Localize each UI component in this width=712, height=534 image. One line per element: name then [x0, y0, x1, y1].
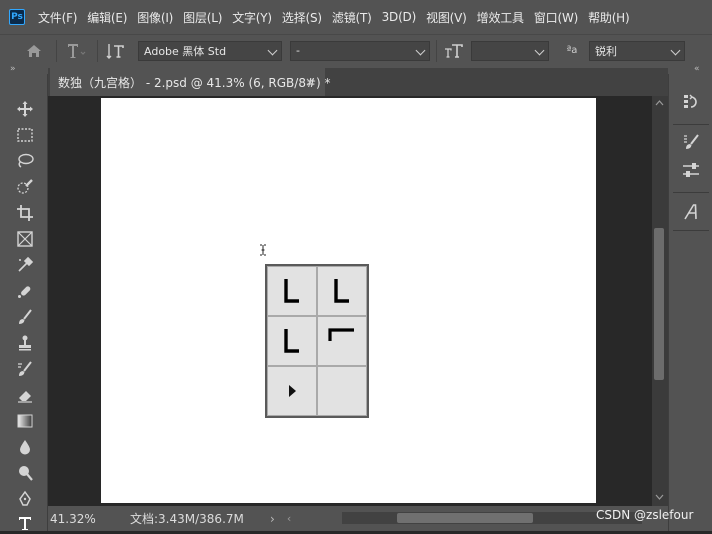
eyedropper-tool-icon[interactable] [12, 254, 38, 276]
divider [673, 124, 709, 125]
vertical-scrollbar[interactable] [652, 96, 668, 506]
collapse-panels-icon[interactable]: « [694, 64, 700, 74]
document-tab[interactable]: 数独（九宫格） - 2.psd @ 41.3% (6, RGB/8#) * × [50, 68, 331, 96]
menu-3d[interactable]: 3D(D) [377, 10, 421, 24]
brush-settings-icon[interactable] [675, 130, 707, 154]
antialias-select[interactable]: 锐利 [589, 40, 685, 61]
grid-cell-l-symbol[interactable] [267, 266, 317, 316]
document-canvas[interactable] [101, 98, 596, 503]
document-size: 文档:3.43M/386.7M [130, 512, 244, 526]
menu-select[interactable]: 选择(S) [277, 9, 327, 26]
separator [56, 39, 57, 62]
tools-panel [0, 74, 48, 531]
home-icon[interactable] [24, 41, 44, 61]
divider [673, 192, 709, 193]
chevron-down-icon [415, 45, 426, 55]
watermark: CSDN @zslefour [596, 508, 694, 522]
grid-cell-l-symbol[interactable] [317, 266, 367, 316]
history-panel-icon[interactable] [675, 90, 707, 114]
font-size-icon [443, 41, 465, 61]
status-menu-arrow-icon[interactable]: › [270, 512, 275, 526]
scroll-down-icon[interactable] [655, 494, 664, 500]
history-brush-tool-icon[interactable] [12, 358, 38, 380]
scroll-up-icon[interactable] [655, 100, 664, 106]
move-tool-icon[interactable] [12, 98, 38, 120]
clone-stamp-tool-icon[interactable] [12, 332, 38, 354]
font-style-select[interactable]: - [290, 40, 430, 61]
menu-file[interactable]: 文件(F) [33, 9, 82, 26]
brush-tool-icon[interactable] [12, 306, 38, 328]
grid-cell-play-symbol[interactable] [267, 366, 317, 416]
eraser-tool-icon[interactable] [12, 384, 38, 406]
separator [436, 39, 437, 62]
quick-selection-tool-icon[interactable] [12, 176, 38, 198]
separator [97, 39, 98, 62]
adjustments-icon[interactable] [675, 158, 707, 182]
menu-window[interactable]: 窗口(W) [529, 9, 583, 26]
toggle-text-orientation-icon[interactable] [104, 41, 128, 61]
sudoku-grid[interactable] [265, 264, 369, 418]
menu-view[interactable]: 视图(V) [421, 9, 472, 26]
menu-edit[interactable]: 编辑(E) [82, 9, 132, 26]
grid-cell-corner-symbol[interactable] [317, 316, 367, 366]
menu-plugins[interactable]: 增效工具 [472, 9, 529, 26]
font-size-select[interactable] [471, 40, 549, 61]
spot-healing-brush-icon[interactable] [12, 280, 38, 302]
character-panel-icon[interactable] [675, 200, 707, 224]
text-cursor-icon [259, 244, 267, 259]
grid-cell-empty[interactable] [317, 366, 367, 416]
chevron-down-icon [670, 45, 681, 55]
gradient-tool-icon[interactable] [12, 410, 38, 432]
menu-image[interactable]: 图像(I) [132, 9, 178, 26]
antialias-value: 锐利 [595, 44, 617, 58]
options-bar: Adobe 黑体 Std - ªa 锐利 [0, 34, 712, 66]
canvas-workspace[interactable] [48, 96, 652, 506]
font-family-select[interactable]: Adobe 黑体 Std [138, 40, 282, 61]
menu-filter[interactable]: 滤镜(T) [327, 9, 377, 26]
divider [673, 230, 709, 231]
chevron-down-icon [534, 45, 545, 55]
font-family-value: Adobe 黑体 Std [144, 44, 227, 58]
menu-bar: Ps 文件(F) 编辑(E) 图像(I) 图层(L) 文字(Y) 选择(S) 滤… [0, 0, 712, 34]
panel-dock [668, 74, 712, 531]
menu-layer[interactable]: 图层(L) [178, 9, 227, 26]
chevron-down-icon [267, 45, 278, 55]
document-tab-title: 数独（九宫格） - 2.psd @ 41.3% (6, RGB/8#) * [58, 75, 331, 90]
pen-tool-icon[interactable] [12, 488, 38, 510]
lasso-tool-icon[interactable] [12, 150, 38, 172]
marquee-tool-icon[interactable] [12, 124, 38, 146]
expand-toolbar-icon[interactable]: » [10, 64, 16, 74]
document-tab-bar: 数独（九宫格） - 2.psd @ 41.3% (6, RGB/8#) * × [48, 68, 668, 96]
close-tab-icon[interactable]: × [305, 75, 315, 89]
antialias-icon: ªa [566, 45, 578, 56]
frame-tool-icon[interactable] [12, 228, 38, 250]
grid-cell-l-symbol[interactable] [267, 316, 317, 366]
menu-help[interactable]: 帮助(H) [583, 9, 634, 26]
scroll-left-icon[interactable]: ‹ [287, 512, 291, 525]
dodge-tool-icon[interactable] [12, 462, 38, 484]
horizontal-scroll-thumb[interactable] [397, 513, 533, 523]
type-tool-preset-icon[interactable] [63, 41, 91, 61]
status-bar: 41.32% 文档:3.43M/386.7M › ‹ [48, 506, 668, 531]
blur-tool-icon[interactable] [12, 436, 38, 458]
menu-type[interactable]: 文字(Y) [227, 9, 277, 26]
font-style-value: - [296, 44, 300, 57]
crop-tool-icon[interactable] [12, 202, 38, 224]
vertical-scroll-thumb[interactable] [654, 228, 664, 380]
photoshop-logo[interactable]: Ps [9, 9, 25, 25]
zoom-level[interactable]: 41.32% [50, 512, 130, 526]
